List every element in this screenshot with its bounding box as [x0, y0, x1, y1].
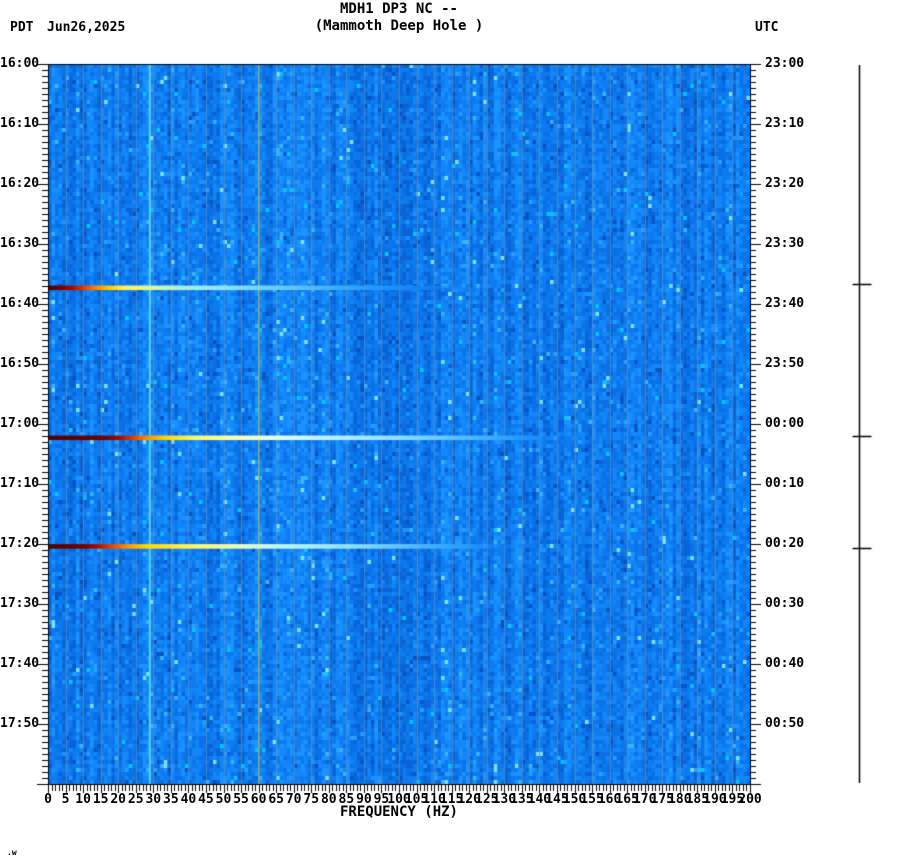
date-label: Jun26,2025: [47, 20, 126, 35]
corner-mark: .w: [7, 848, 17, 857]
right-time-label: 00:10: [765, 476, 805, 491]
right-time-label: 00:00: [765, 416, 805, 431]
left-time-label: 17:10: [0, 476, 40, 491]
right-time-label: 23:30: [765, 236, 805, 251]
right-time-label: 00:50: [765, 716, 805, 731]
spectrogram-page: MDH1 DP3 NC -- (Mammoth Deep Hole ) PDT …: [0, 0, 902, 864]
right-time-label: 23:10: [765, 116, 805, 131]
right-time-label: 23:40: [765, 296, 805, 311]
left-time-label: 17:50: [0, 716, 40, 731]
left-time-label: 16:50: [0, 356, 40, 371]
left-time-label: 17:30: [0, 596, 40, 611]
left-time-label: 17:20: [0, 536, 40, 551]
left-time-label: 16:20: [0, 176, 40, 191]
left-time-label: 17:40: [0, 656, 40, 671]
left-time-label: 16:40: [0, 296, 40, 311]
page-title: MDH1 DP3 NC --: [339, 1, 458, 17]
left-timezone-label: PDT: [10, 20, 34, 35]
left-time-label: 16:30: [0, 236, 40, 251]
x-axis-title: FREQUENCY (HZ): [339, 804, 458, 820]
right-time-label: 23:50: [765, 356, 805, 371]
right-time-label: 00:40: [765, 656, 805, 671]
right-time-label: 23:20: [765, 176, 805, 191]
right-time-label: 00:30: [765, 596, 805, 611]
right-timezone-label: UTC: [755, 20, 779, 35]
right-time-label: 00:20: [765, 536, 805, 551]
left-time-label: 16:00: [0, 56, 40, 71]
left-time-label: 16:10: [0, 116, 40, 131]
right-time-label: 23:00: [765, 56, 805, 71]
left-time-label: 17:00: [0, 416, 40, 431]
